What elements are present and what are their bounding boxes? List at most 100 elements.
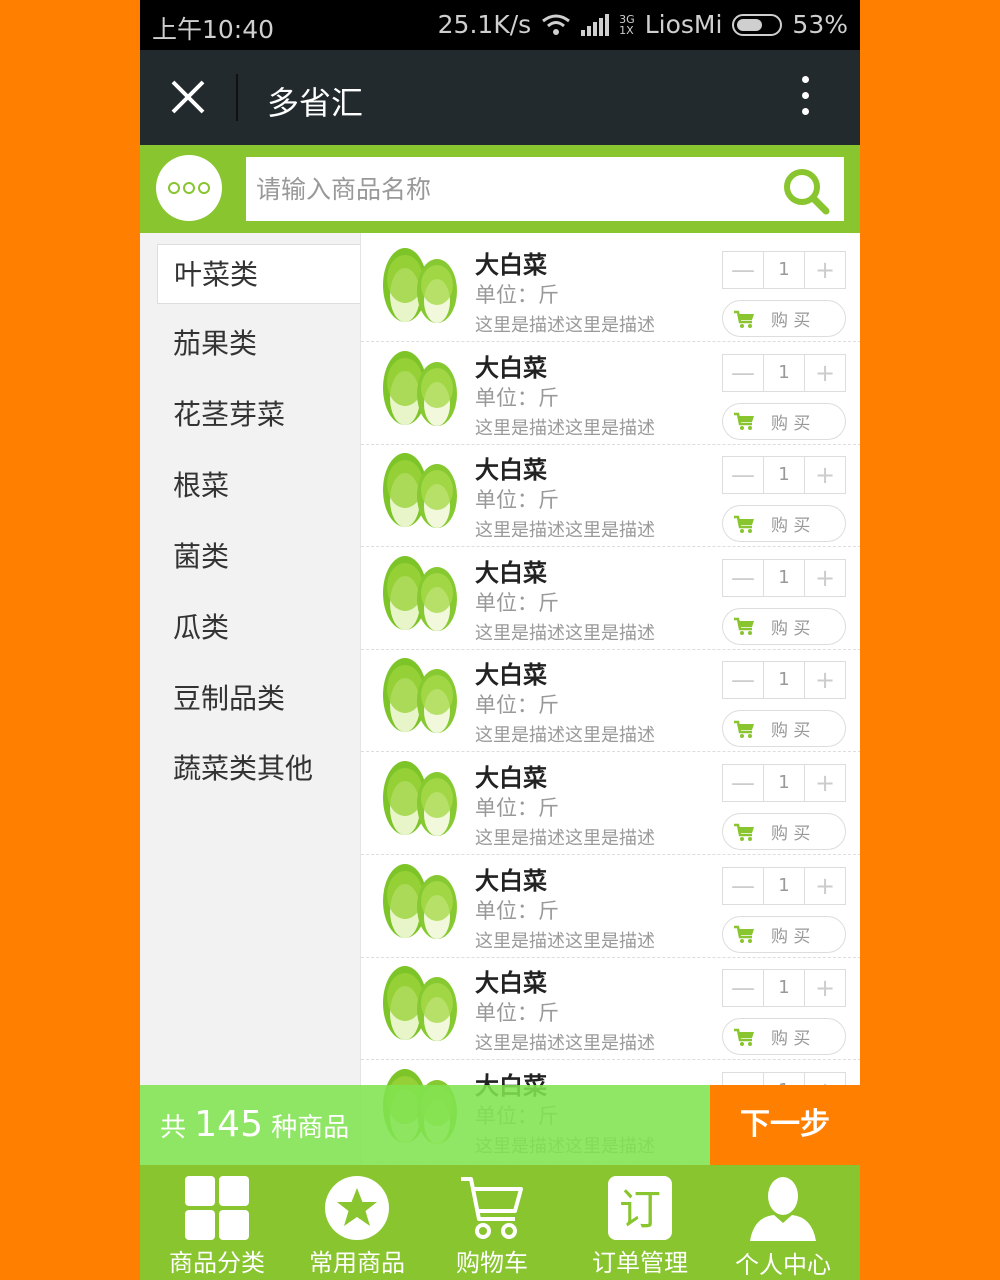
product-description: 这里是描述这里是描述 — [475, 622, 655, 644]
product-name: 大白菜 — [475, 558, 547, 587]
minus-icon[interactable]: — — [723, 970, 763, 1006]
category-sidebar: 叶菜类 茄果类 花茎芽菜 根菜 菌类 瓜类 豆制品类 蔬菜类其他 — [140, 233, 360, 1085]
cart-icon — [734, 618, 754, 636]
buy-button[interactable]: 购 买 — [722, 505, 846, 543]
count-suffix: 种商品 — [271, 1113, 350, 1143]
plus-icon[interactable]: + — [805, 765, 845, 801]
minus-icon[interactable]: — — [723, 868, 763, 904]
category-item[interactable]: 瓜类 — [157, 598, 360, 658]
product-row[interactable]: 大白菜单位：斤这里是描述这里是描述 —1+ 购 买 — [361, 855, 860, 958]
buy-button[interactable]: 购 买 — [722, 300, 846, 337]
plus-icon[interactable]: + — [805, 252, 845, 288]
plus-icon[interactable]: + — [805, 560, 845, 596]
product-description: 这里是描述这里是描述 — [475, 725, 655, 747]
quantity-value[interactable]: 1 — [763, 662, 805, 699]
status-bar: 上午10:40 25.1K/s 3G 1X LiosMi 53% — [140, 0, 860, 50]
menu-button[interactable] — [156, 155, 222, 221]
plus-icon[interactable]: + — [805, 868, 845, 904]
quantity-value[interactable]: 1 — [763, 867, 805, 904]
category-item[interactable]: 花茎芽菜 — [157, 385, 360, 445]
plus-icon[interactable]: + — [805, 662, 845, 698]
tab-orders[interactable]: 订 订单管理 — [568, 1165, 712, 1280]
quantity-value[interactable]: 1 — [763, 457, 805, 494]
product-unit: 单位：斤 — [475, 898, 559, 923]
minus-icon[interactable]: — — [723, 355, 763, 391]
minus-icon[interactable]: — — [723, 457, 763, 493]
minus-icon[interactable]: — — [723, 765, 763, 801]
product-row[interactable]: 大白菜单位：斤这里是描述这里是描述 —1+ 购 买 — [361, 239, 860, 342]
product-unit: 单位：斤 — [475, 796, 559, 820]
search-bar — [140, 145, 860, 233]
product-list[interactable]: 大白菜 单位：斤 这里是描述这里是描述 —1 + 购 买大白菜 单位：斤 这里是描述这里是描述… — [360, 233, 860, 1165]
cart-icon — [734, 515, 754, 533]
cabbage-image — [383, 555, 457, 631]
tab-cart[interactable]: 购物车 — [420, 1165, 564, 1280]
category-item[interactable]: 茄果类 — [157, 314, 360, 374]
cart-summary-bar: 共 145 种商品 下一步 — [140, 1085, 860, 1165]
quantity-stepper: —1+ — [722, 866, 846, 905]
minus-icon[interactable]: — — [723, 252, 763, 288]
network-type-bottom: 1X — [619, 23, 634, 37]
buy-label: 购 买 — [771, 516, 811, 537]
quantity-value[interactable]: 1 — [763, 559, 805, 596]
bottom-tab-bar: 商品分类 常用商品 购物车 订 订单管理 个人中心 — [140, 1165, 860, 1280]
quantity-value[interactable]: 1 — [763, 765, 805, 801]
product-row[interactable]: 大白菜单位：斤这里是描述这里是描述 —1+ 购 买 — [361, 547, 860, 650]
more-menu-icon[interactable] — [790, 76, 820, 120]
product-row[interactable]: 大白菜单位：斤这里是描述这里是描述 —1+ 购 买 — [361, 752, 860, 855]
product-row[interactable]: 大白菜单位：斤这里是描述这里是描述 —1+ 购 买 — [361, 342, 860, 445]
dot-icon — [198, 182, 210, 194]
tab-category[interactable]: 商品分类 — [145, 1165, 289, 1280]
search-icon[interactable] — [780, 166, 832, 216]
product-name: 大白菜 — [475, 456, 547, 485]
plus-icon[interactable]: + — [805, 355, 845, 391]
category-item[interactable]: 蔬菜类其他 — [157, 739, 360, 799]
grid-icon — [185, 1176, 249, 1240]
category-item-active[interactable]: 叶菜类 — [157, 244, 360, 304]
cart-icon — [734, 925, 754, 944]
dot-icon — [183, 182, 195, 194]
tab-profile[interactable]: 个人中心 — [709, 1165, 857, 1280]
buy-button[interactable]: 购 买 — [722, 915, 846, 953]
carrier-name: LiosMi — [644, 10, 723, 39]
category-item[interactable]: 豆制品类 — [157, 669, 360, 729]
quantity-value[interactable]: 1 — [763, 354, 805, 391]
buy-button[interactable]: 购 买 — [722, 710, 846, 748]
product-row[interactable]: 大白菜单位：斤这里是描述这里是描述 —1+ 购 买 — [361, 444, 860, 548]
quantity-stepper: —1+ — [722, 456, 846, 495]
product-description: 这里是描述这里是描述 — [475, 315, 655, 336]
cabbage-image — [383, 453, 457, 529]
product-row[interactable]: 大白菜单位：斤这里是描述这里是描述 —1+ 购 买 — [361, 957, 860, 1061]
signal-icon — [581, 13, 610, 36]
tab-favorites[interactable]: 常用商品 — [285, 1165, 429, 1280]
status-right: 25.1K/s 3G 1X LiosMi 53% — [438, 10, 848, 39]
product-row[interactable]: 大白菜单位：斤这里是描述这里是描述 —1+ 购 买 — [361, 649, 860, 753]
plus-icon[interactable]: + — [805, 970, 845, 1006]
battery-icon — [732, 13, 783, 36]
buy-button[interactable]: 购 买 — [722, 1018, 846, 1056]
minus-icon[interactable]: — — [723, 662, 763, 698]
quantity-stepper: —1+ — [722, 353, 846, 392]
title-bar: 多省汇 — [140, 50, 860, 145]
count-prefix: 共 — [160, 1113, 187, 1143]
quantity-value[interactable]: 1 — [763, 970, 805, 1007]
product-name: 大白菜 — [475, 661, 547, 690]
quantity-value[interactable]: 1 — [763, 252, 805, 288]
buy-button[interactable]: 购 买 — [722, 402, 846, 440]
category-item[interactable]: 菌类 — [157, 527, 360, 587]
product-name: 大白菜 — [475, 353, 547, 382]
search-input[interactable] — [246, 157, 766, 221]
product-name: 大白菜 — [475, 764, 547, 792]
count-number: 145 — [194, 1104, 263, 1145]
buy-button[interactable]: 购 买 — [722, 607, 846, 645]
next-step-button[interactable]: 下一步 — [710, 1085, 860, 1165]
buy-label: 购 买 — [771, 824, 811, 844]
plus-icon[interactable]: + — [805, 457, 845, 493]
product-name: 大白菜 — [475, 969, 547, 998]
category-item[interactable]: 根菜 — [157, 456, 360, 516]
cabbage-image — [383, 658, 457, 734]
close-icon[interactable] — [168, 75, 208, 119]
minus-icon[interactable]: — — [723, 560, 763, 596]
product-unit: 单位：斤 — [475, 1001, 559, 1026]
buy-button[interactable]: 购 买 — [722, 813, 846, 850]
